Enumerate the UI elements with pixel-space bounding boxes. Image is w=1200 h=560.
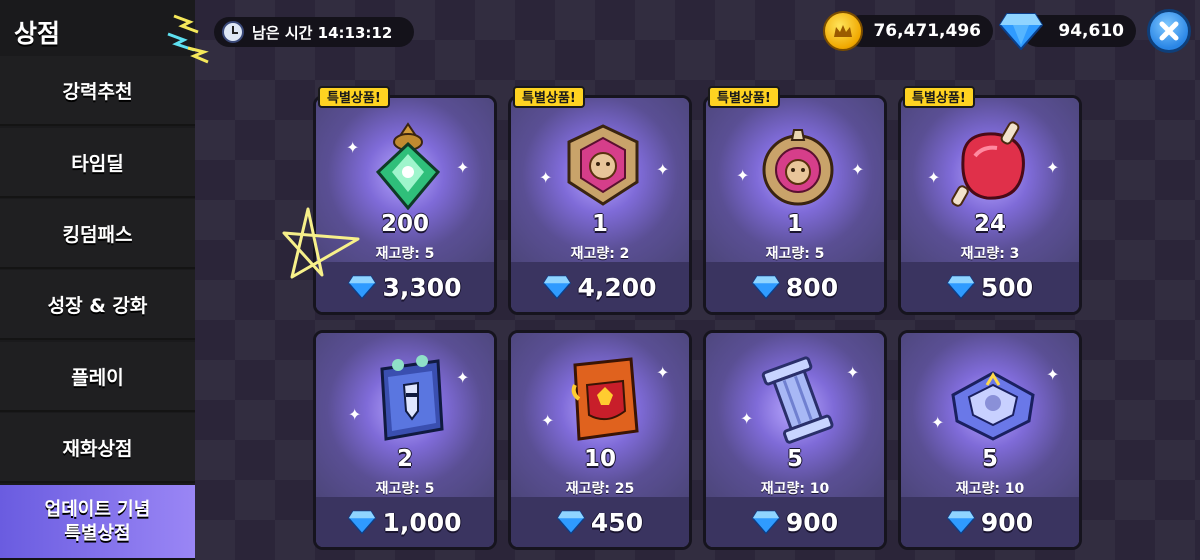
shop-item-card[interactable]: ✦ ✦ 2 재고량: 5 1,000 — [313, 330, 497, 550]
coin-amount: 76,471,496 — [873, 21, 981, 41]
item-stock: 재고량: 25 — [565, 481, 635, 497]
gem-icon — [543, 275, 572, 299]
gem-amount: 94,610 — [1058, 21, 1124, 41]
close-icon — [1159, 21, 1179, 41]
timer-label: 남은 시간 14:13:12 — [252, 23, 393, 42]
shop-item-card[interactable]: ✦ ✦ 1 재고량: 2 4,200 — [508, 95, 692, 315]
lightning-icon — [167, 14, 209, 64]
special-badge: 특별상품! — [903, 86, 975, 108]
item-quantity: 5 — [981, 446, 998, 472]
item-price: 900 — [785, 507, 839, 537]
item-quantity: 1 — [786, 211, 803, 237]
shop-item-card[interactable]: ✦ ✦ 10 재고량: 25 450 — [508, 330, 692, 550]
green-gem-crystal-icon — [375, 122, 441, 210]
orange-emblem-book-icon — [571, 357, 639, 441]
pink-cookie-medal-6-icon — [762, 129, 834, 206]
gem-icon — [946, 510, 975, 534]
sidebar-item-currency-shop[interactable]: 재화상점 — [0, 413, 195, 483]
price-button[interactable]: 900 — [901, 497, 1079, 547]
item-price: 800 — [785, 272, 839, 302]
gem-icon — [999, 13, 1043, 50]
gem-icon — [348, 510, 377, 534]
gem-icon — [751, 510, 780, 534]
special-badge: 특별상품! — [513, 86, 585, 108]
item-price: 450 — [590, 507, 644, 537]
blue-sword-book-icon — [380, 355, 444, 441]
price-button[interactable]: 500 — [901, 262, 1079, 312]
sidebar-item-update-special[interactable]: 업데이트 기념 특별상점 — [0, 485, 195, 560]
shop-item-card[interactable]: ✦ ✦ 5 재고량: 10 900 — [703, 330, 887, 550]
sidebar-item-label: 재화상점 — [62, 437, 133, 460]
pink-cookie-medal-icon — [567, 124, 639, 206]
blue-frame-material-icon — [951, 371, 1035, 441]
sidebar-item-play[interactable]: 플레이 — [0, 342, 195, 412]
item-price: 4,200 — [577, 272, 657, 302]
page-title: 상점 — [14, 19, 61, 48]
item-stock: 재고량: 2 — [570, 246, 630, 262]
clock-icon — [222, 21, 244, 43]
item-quantity: 5 — [786, 446, 803, 472]
item-price: 1,000 — [382, 507, 462, 537]
item-quantity: 10 — [583, 446, 616, 472]
price-button[interactable]: 800 — [706, 262, 884, 312]
item-price: 500 — [980, 272, 1034, 302]
sidebar-item-label: 강력추천 — [62, 80, 133, 103]
sidebar-item-recommended[interactable]: 강력추천 — [0, 56, 195, 126]
shop-item-card[interactable]: ✦ ✦ 5 재고량: 10 900 — [898, 330, 1082, 550]
close-button[interactable] — [1147, 9, 1191, 53]
sidebar-item-label: 킹덤패스 — [62, 223, 133, 246]
shop-item-card[interactable]: ✦ ✦ 24 재고량: 3 500 — [898, 95, 1082, 315]
item-stock: 재고량: 10 — [955, 481, 1025, 497]
price-button[interactable]: 4,200 — [511, 262, 689, 312]
shop-item-card[interactable]: ✦ ✦ 1 재고량: 5 800 — [703, 95, 887, 315]
item-stock: 재고량: 10 — [760, 481, 830, 497]
sidebar: 상점 강력추천 타임딜 킹덤패스 성장 & 강화 플레이 재화상점 업데이트 기… — [0, 0, 195, 560]
coin-icon — [823, 11, 863, 51]
sidebar-item-growth[interactable]: 성장 & 강화 — [0, 270, 195, 340]
sidebar-item-label: 플레이 — [71, 366, 124, 389]
gem-icon — [946, 275, 975, 299]
pillar-material-icon — [761, 356, 834, 444]
price-button[interactable]: 1,000 — [316, 497, 494, 547]
item-price: 3,300 — [382, 272, 462, 302]
special-badge: 특별상품! — [708, 86, 780, 108]
sidebar-item-label-line1: 업데이트 기념 — [44, 498, 151, 520]
item-quantity: 2 — [396, 446, 413, 472]
remaining-time: 남은 시간 14:13:12 — [214, 17, 414, 47]
price-button[interactable]: 900 — [706, 497, 884, 547]
item-stock: 재고량: 5 — [375, 481, 435, 497]
gem-icon — [751, 275, 780, 299]
coin-balance: 76,471,496 — [845, 15, 993, 47]
sidebar-item-label: 성장 & 강화 — [47, 294, 148, 317]
price-button[interactable]: 450 — [511, 497, 689, 547]
sidebar-item-kingdom-pass[interactable]: 킹덤패스 — [0, 199, 195, 269]
sidebar-item-timedeal[interactable]: 타임딜 — [0, 128, 195, 198]
item-quantity: 1 — [591, 211, 608, 237]
item-quantity: 24 — [973, 211, 1006, 237]
item-price: 900 — [980, 507, 1034, 537]
item-stock: 재고량: 5 — [765, 246, 825, 262]
item-stock: 재고량: 3 — [960, 246, 1020, 262]
gem-icon — [556, 510, 585, 534]
sidebar-item-label-line2: 특별상점 — [64, 522, 131, 544]
meat-jelly-icon — [951, 121, 1025, 207]
special-badge: 특별상품! — [318, 86, 390, 108]
sidebar-item-label: 타임딜 — [71, 152, 124, 175]
star-doodle-icon — [282, 207, 360, 279]
